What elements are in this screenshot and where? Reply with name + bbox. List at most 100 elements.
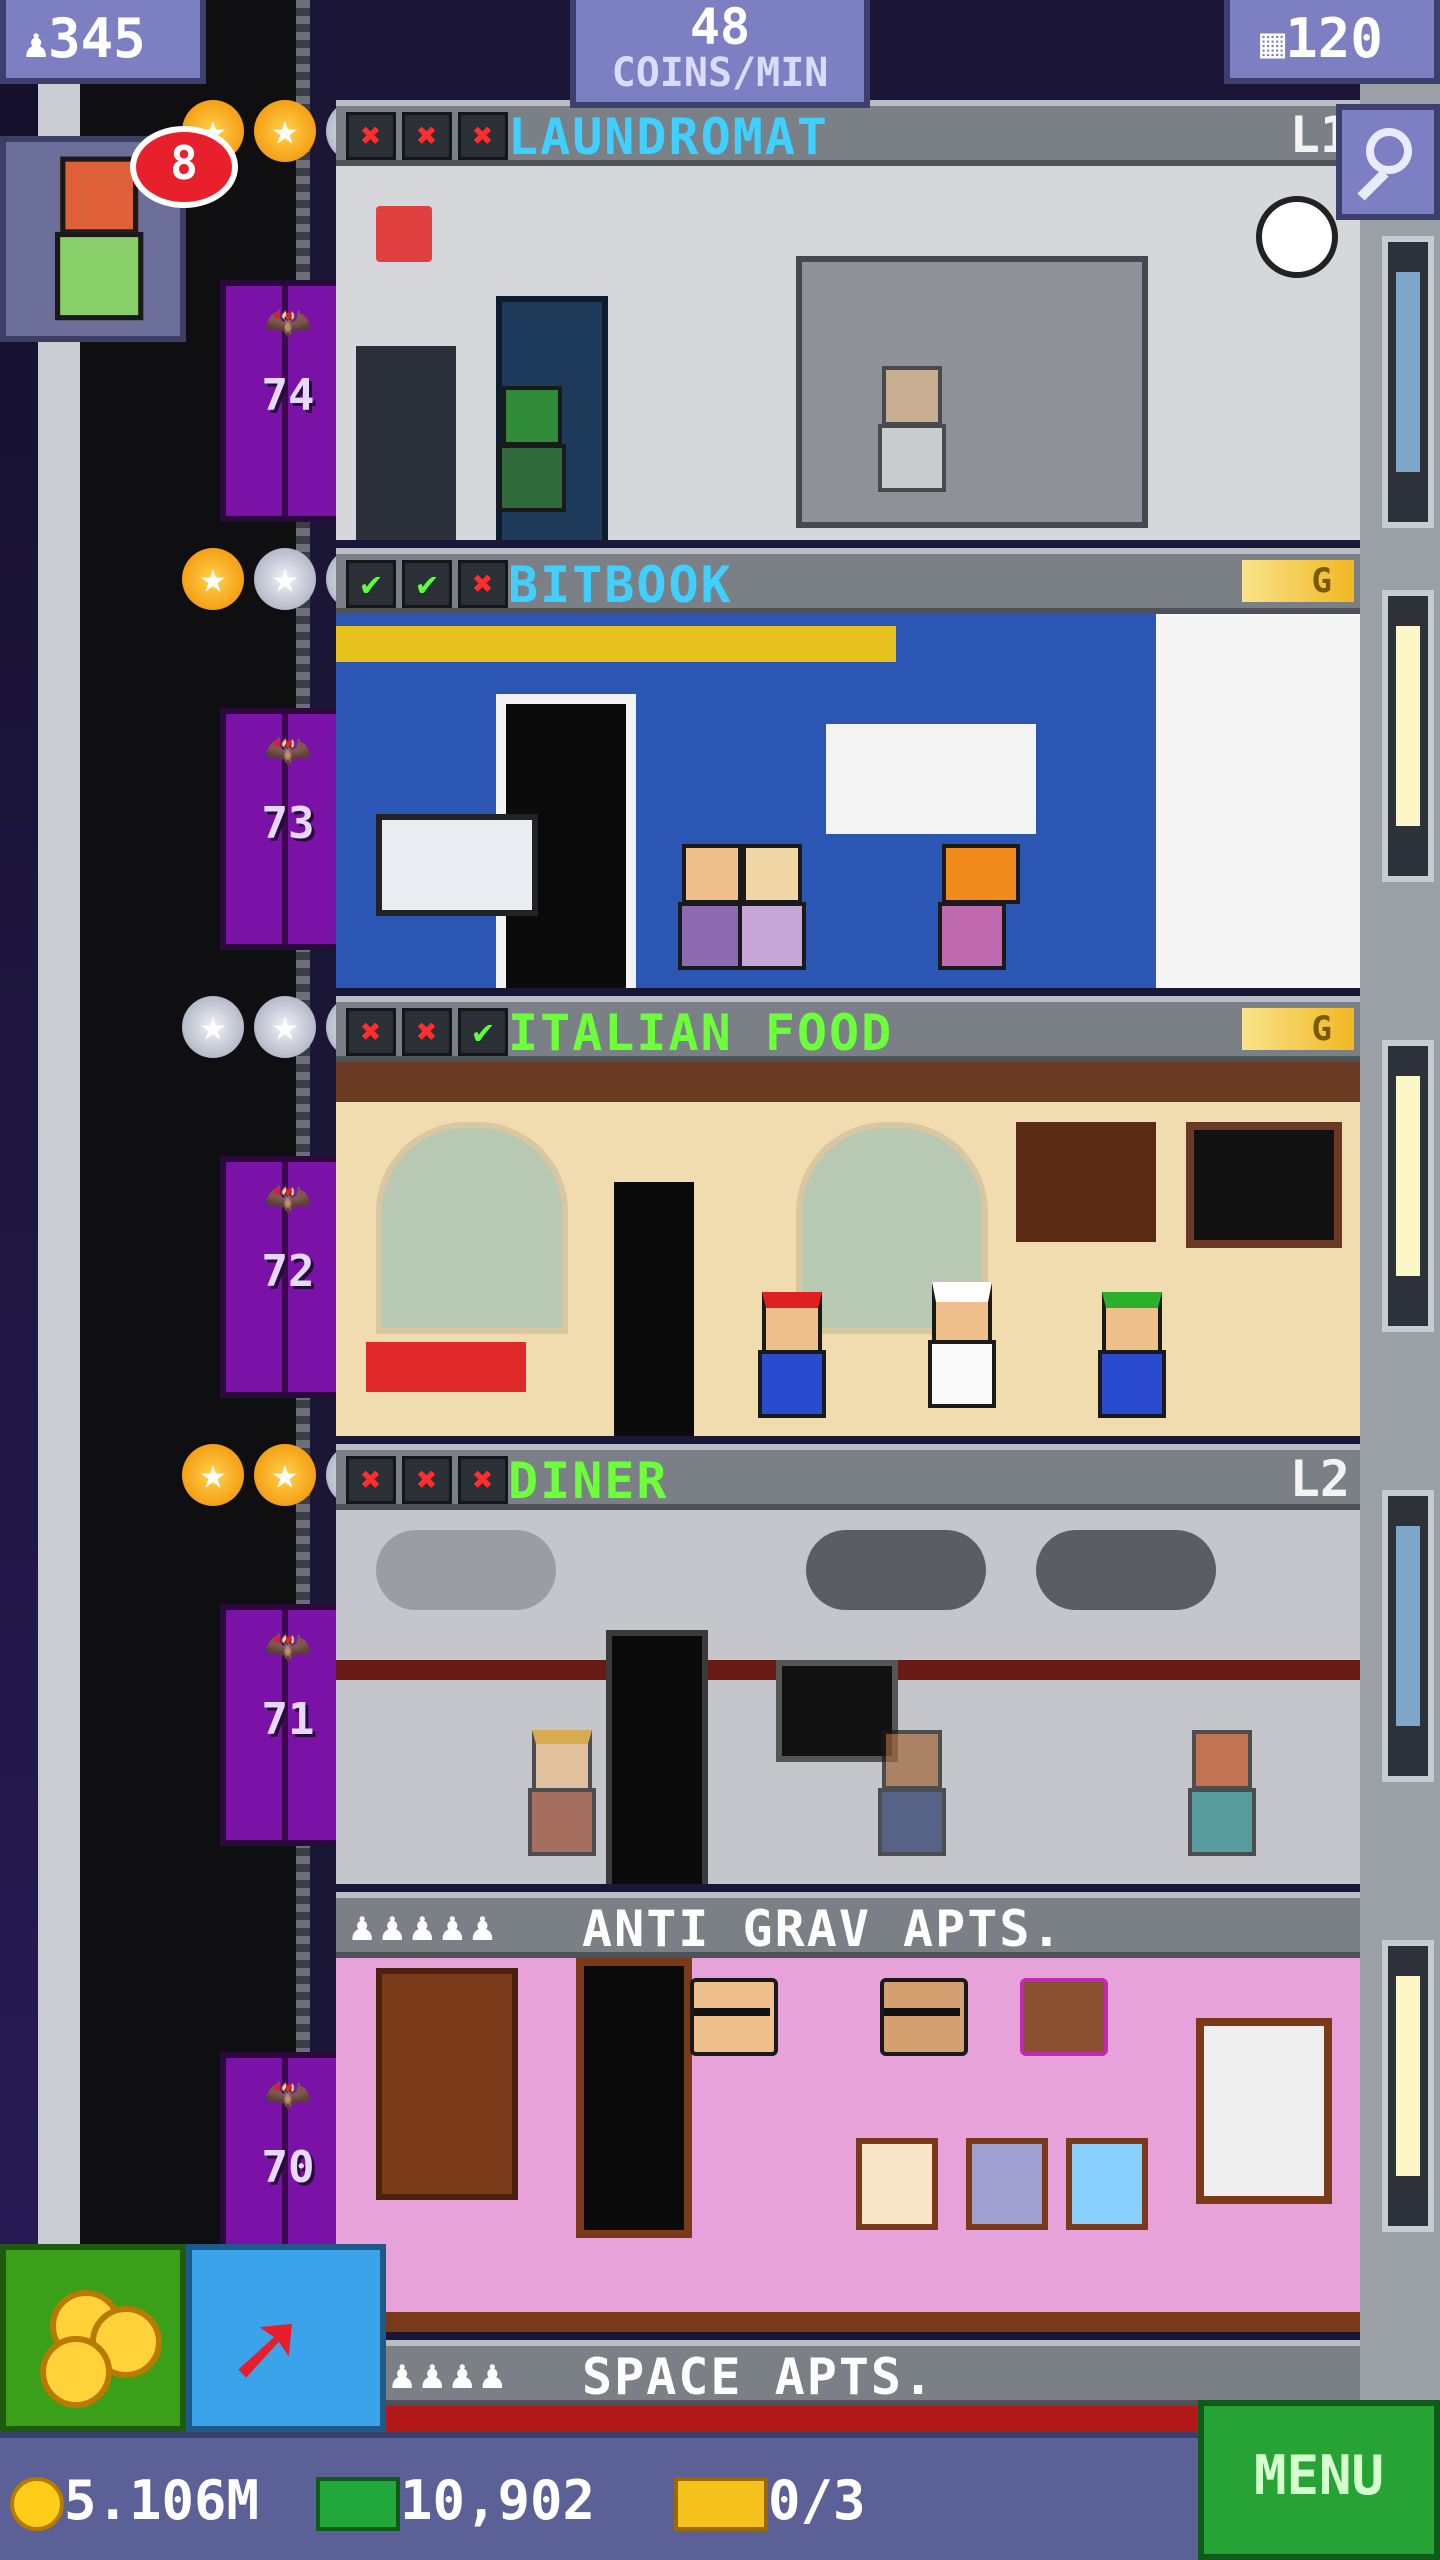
floor-header: ✖ ✖ ✖ DINER L2 bbox=[336, 1444, 1360, 1510]
wine-rack bbox=[1016, 1122, 1156, 1242]
resident-sprite[interactable] bbox=[876, 1730, 946, 1860]
star-icon bbox=[182, 548, 244, 610]
stock-indicators: ✖ ✖ ✔ bbox=[346, 1008, 508, 1056]
floor-name: SPACE APTS. bbox=[582, 2348, 936, 2406]
bux-value: 10,902 bbox=[400, 2469, 596, 2532]
stock-x-icon: ✖ bbox=[458, 560, 508, 608]
floor-anti-grav-apts[interactable]: ♟♟♟♟♟ ANTI GRAV APTS. bbox=[336, 1892, 1360, 2332]
resident-sprite[interactable] bbox=[676, 844, 746, 974]
floor-header: ♟♟♟♟♟ ANTI GRAV APTS. bbox=[336, 1892, 1360, 1958]
picture-frame bbox=[966, 2138, 1048, 2230]
search-button[interactable] bbox=[1336, 104, 1440, 220]
no-sign-icon bbox=[376, 206, 432, 262]
bat-icon: 🦇 bbox=[246, 2072, 330, 2117]
floors-count-value: 120 bbox=[1285, 7, 1383, 70]
floating-resident[interactable] bbox=[1006, 1968, 1116, 2058]
tower-window bbox=[1382, 1040, 1434, 1332]
floating-resident[interactable] bbox=[676, 1968, 786, 2058]
resident-sprite[interactable] bbox=[1186, 1730, 1256, 1860]
stock-check-icon: ✔ bbox=[458, 1008, 508, 1056]
vending-machine bbox=[356, 346, 456, 540]
coins-stat[interactable]: 5.106M bbox=[10, 2466, 259, 2536]
stock-indicators: ✖ ✖ ✖ bbox=[346, 1456, 508, 1504]
resident-sprite[interactable] bbox=[736, 844, 806, 974]
stock-check-icon: ✔ bbox=[402, 560, 452, 608]
picture-frame bbox=[856, 2138, 938, 2230]
resident-slots-icon: ♟♟♟♟ bbox=[390, 2352, 511, 2398]
floor-italian-food[interactable]: ✖ ✖ ✔ ITALIAN FOOD G bbox=[336, 996, 1360, 1436]
tickets-value: 0/3 bbox=[768, 2469, 866, 2532]
ticket-icon bbox=[674, 2477, 768, 2532]
floor-laundromat[interactable]: ✖ ✖ ✖ LAUNDROMAT L1 bbox=[336, 100, 1360, 540]
checkered-table bbox=[366, 1342, 526, 1392]
floor-header: ✔ ✔ ✖ BITBOOK G bbox=[336, 548, 1360, 614]
floor-name: ANTI GRAV APTS. bbox=[582, 1900, 1064, 1958]
star-icon bbox=[182, 996, 244, 1058]
pumpkin-head-resident[interactable] bbox=[936, 844, 1020, 974]
bux-stat[interactable]: 10,902 bbox=[316, 2466, 595, 2536]
floor-number: 70 bbox=[261, 2142, 315, 2193]
bat-icon: 🦇 bbox=[246, 1624, 330, 1669]
gold-badge: G bbox=[1242, 560, 1354, 602]
office-annex bbox=[1156, 614, 1360, 988]
laundromat-room[interactable] bbox=[336, 166, 1360, 540]
floor-level: L2 bbox=[1289, 1450, 1350, 1508]
floating-resident[interactable] bbox=[866, 1968, 976, 2058]
gold-badge: G bbox=[1242, 1008, 1354, 1050]
building-icon: ▦ bbox=[1260, 18, 1286, 67]
bookshelf bbox=[376, 1968, 518, 2200]
coins-per-min-value: 48 bbox=[689, 0, 751, 56]
resident-sprite[interactable] bbox=[496, 386, 566, 516]
chef-resident[interactable] bbox=[926, 1282, 996, 1412]
stock-x-icon: ✖ bbox=[402, 1456, 452, 1504]
bitbook-room[interactable] bbox=[336, 614, 1360, 988]
resident-sprite[interactable] bbox=[526, 1730, 596, 1860]
stock-x-icon: ✖ bbox=[458, 112, 508, 160]
floor-trim bbox=[336, 2312, 1360, 2332]
bat-icon: 🦇 bbox=[246, 728, 330, 773]
tower-window bbox=[1382, 590, 1434, 882]
apartment-room[interactable] bbox=[336, 1958, 1360, 2332]
floor-name: DINER bbox=[508, 1452, 669, 1510]
person-icon: ♟ bbox=[24, 21, 49, 67]
floor-bitbook[interactable]: ✔ ✔ ✖ BITBOOK G bbox=[336, 548, 1360, 988]
population-counter[interactable]: ♟345 bbox=[0, 0, 206, 84]
star-icon bbox=[254, 1444, 316, 1506]
porthole-window bbox=[806, 1530, 986, 1610]
tower-window bbox=[1382, 1490, 1434, 1782]
floor-number: 72 bbox=[261, 1246, 315, 1297]
tickets-stat[interactable]: 0/3 bbox=[674, 2466, 866, 2536]
stock-x-icon: ✖ bbox=[402, 112, 452, 160]
stock-indicators: ✖ ✖ ✖ bbox=[346, 112, 508, 160]
porthole-window bbox=[1036, 1530, 1216, 1610]
italian-food-room[interactable] bbox=[336, 1062, 1360, 1436]
floors-counter[interactable]: ▦120 bbox=[1224, 0, 1440, 84]
plumber-resident[interactable] bbox=[756, 1292, 826, 1422]
star-icon bbox=[254, 100, 316, 162]
floor-number: 73 bbox=[261, 798, 315, 849]
coin-icon bbox=[40, 2336, 112, 2408]
floor-header: ✖ ✖ ✖ LAUNDROMAT L1 bbox=[336, 100, 1360, 166]
notification-badge[interactable]: 8 bbox=[130, 126, 238, 208]
menu-chalkboard bbox=[1186, 1122, 1342, 1248]
picture-frame bbox=[1066, 2138, 1148, 2230]
avatar bbox=[52, 156, 144, 326]
resident-sprite[interactable] bbox=[876, 366, 946, 496]
arched-window bbox=[376, 1122, 568, 1334]
elevator-stop-71[interactable]: 🦇 71 bbox=[86, 1444, 388, 1884]
menu-button[interactable]: MENU bbox=[1198, 2400, 1440, 2560]
ceiling-pipe bbox=[336, 626, 896, 662]
stock-indicators: ✔ ✔ ✖ bbox=[346, 560, 508, 608]
rebuild-arrow-button[interactable]: ➚ bbox=[186, 2244, 386, 2432]
elevator-stop-73[interactable]: 🦇 73 bbox=[86, 548, 388, 988]
coin-icon bbox=[10, 2477, 64, 2532]
coins-button[interactable] bbox=[0, 2244, 186, 2432]
diner-room[interactable] bbox=[336, 1510, 1360, 1884]
stock-x-icon: ✖ bbox=[346, 112, 396, 160]
plumber-resident[interactable] bbox=[1096, 1292, 1166, 1422]
bat-icon: 🦇 bbox=[246, 300, 330, 345]
stock-x-icon: ✖ bbox=[458, 1456, 508, 1504]
elevator-stop-72[interactable]: 🦇 72 bbox=[86, 996, 388, 1436]
bat-icon: 🦇 bbox=[246, 1176, 330, 1221]
floor-diner[interactable]: ✖ ✖ ✖ DINER L2 bbox=[336, 1444, 1360, 1884]
